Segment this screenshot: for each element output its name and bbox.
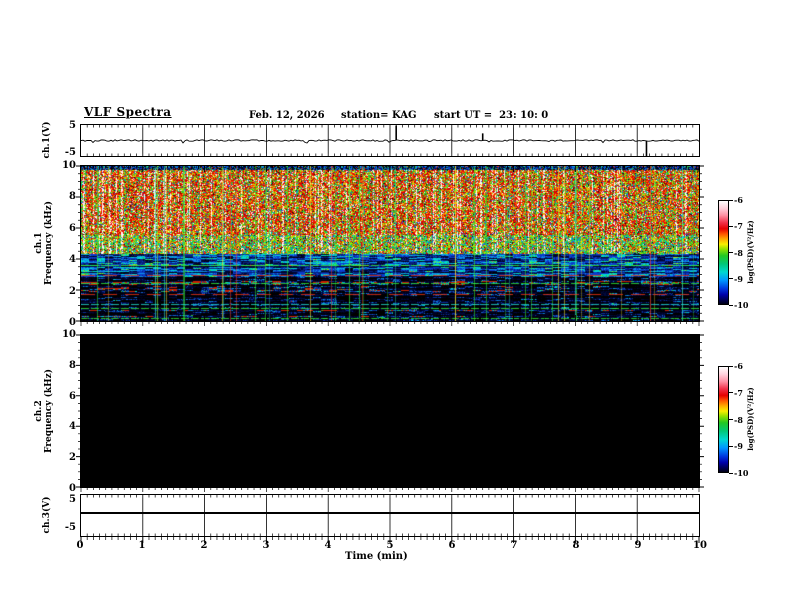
time-tick-label: 7 xyxy=(510,540,518,551)
spec2-freq-tick-label: 0 xyxy=(69,483,76,494)
spec2-axis-label-line2: Frequency (kHz) xyxy=(44,368,54,454)
time-tick-label: 9 xyxy=(634,540,642,551)
panel-ch1-waveform xyxy=(80,124,700,157)
spec2-freq-tick-label: 8 xyxy=(69,359,76,371)
colorbar-2 xyxy=(718,366,729,473)
spec2-freq-tick-label: 2 xyxy=(69,452,76,464)
colorbar-1-tick-label: -9 xyxy=(734,273,743,284)
colorbar-tick xyxy=(729,252,733,253)
spec1-freq-tick-label: 2 xyxy=(69,285,76,297)
tick-path xyxy=(86,166,694,321)
colorbar-tick xyxy=(729,365,733,367)
time-tick-label: 5 xyxy=(386,540,394,551)
colorbar-1-tick-label: -7 xyxy=(734,221,743,232)
time-tick-label: 3 xyxy=(262,540,270,551)
time-tick-label: 1 xyxy=(138,540,146,551)
spec2-axis-label-line1: ch.2 xyxy=(34,400,44,422)
colorbar-2-tick-label: -6 xyxy=(734,361,743,371)
spec1-freq-tick-label: 10 xyxy=(62,160,76,171)
tick-path xyxy=(80,321,700,326)
ch3v-tick-label: -5 xyxy=(64,522,76,533)
colorbar-2-tick-label: -10 xyxy=(734,468,749,478)
ch3-waveform-plot xyxy=(81,495,699,536)
colorbar-1-tick-label: -10 xyxy=(734,300,749,310)
spec1-axis-label-line1: ch.1 xyxy=(34,232,44,254)
tick-path xyxy=(80,487,700,492)
tick-path xyxy=(78,342,702,480)
x-axis-title: Time (min) xyxy=(345,551,408,562)
spec2-freq-tick-label: 10 xyxy=(62,329,76,340)
spec1-axis-label: ch.1 Frequency (kHz) xyxy=(34,201,54,285)
spec1-ticks-svg xyxy=(76,165,704,326)
colorbar-1 xyxy=(718,200,729,305)
panel-ch3-waveform xyxy=(80,494,700,537)
ch1v-tick-label: -5 xyxy=(64,147,76,158)
title-date: Feb. 12, 2026 xyxy=(249,110,325,121)
spec1-freq-tick-label: 0 xyxy=(69,317,76,328)
ch3v-axis-label: ch.3(V) xyxy=(42,496,52,534)
colorbar-1-tick-label: -8 xyxy=(734,247,743,258)
ch1v-axis-label: ch.1(V) xyxy=(42,121,52,159)
colorbar-tick xyxy=(729,419,733,420)
ch3v-tick-label: 5 xyxy=(69,494,76,505)
vlf-spectra-figure: VLF Spectra Feb. 12, 2026 station= KAG s… xyxy=(0,0,792,612)
colorbar-2-tick-label: -9 xyxy=(734,441,743,452)
spec1-freq-tick-label: 8 xyxy=(69,191,76,203)
spec1-freq-tick-label: 6 xyxy=(69,222,76,234)
spec2-ticks-svg xyxy=(76,334,704,492)
time-tick-label: 0 xyxy=(76,540,84,551)
tick-path xyxy=(80,166,700,321)
title-station: station= KAG xyxy=(341,110,417,121)
ch1-waveform-plot xyxy=(80,125,700,156)
tick-path xyxy=(78,173,702,314)
colorbar-tick xyxy=(729,472,733,474)
ch1v-tick-label: 5 xyxy=(69,120,76,131)
colorbar-2-tick-label: -8 xyxy=(734,414,743,425)
colorbar-1-label: log(PSD)(V²/Hz) xyxy=(746,220,755,284)
colorbar-2-label: log(PSD)(V²/Hz) xyxy=(746,387,755,451)
time-tick-label: 2 xyxy=(200,540,208,551)
colorbar-tick xyxy=(729,445,733,447)
tick-path xyxy=(76,334,704,488)
colorbar-tick xyxy=(729,225,733,227)
spec2-freq-tick-label: 6 xyxy=(69,390,76,402)
time-tick-label: 6 xyxy=(448,540,456,551)
colorbar-tick xyxy=(729,392,733,394)
panel-ch2-spectrogram xyxy=(76,334,704,492)
title-start-ut: start UT = 23: 10: 0 xyxy=(434,110,549,121)
spec1-freq-tick-label: 4 xyxy=(69,254,76,266)
time-tick-label: 10 xyxy=(693,540,707,551)
tick-path xyxy=(76,165,704,322)
spec2-freq-tick-label: 4 xyxy=(69,421,76,433)
time-tick-label: 8 xyxy=(572,540,580,551)
colorbar-2-tick-label: -7 xyxy=(734,387,743,398)
spec1-axis-label-line2: Frequency (kHz) xyxy=(44,200,54,286)
page-title: VLF Spectra xyxy=(84,105,172,119)
colorbar-1-tick-label: -6 xyxy=(734,195,743,205)
panel-ch1-spectrogram xyxy=(76,165,704,326)
colorbar-tick xyxy=(729,199,733,201)
colorbar-tick xyxy=(729,304,733,306)
spec2-axis-label: ch.2 Frequency (kHz) xyxy=(34,369,54,453)
colorbar-tick xyxy=(729,278,733,280)
time-tick-label: 4 xyxy=(324,540,332,551)
